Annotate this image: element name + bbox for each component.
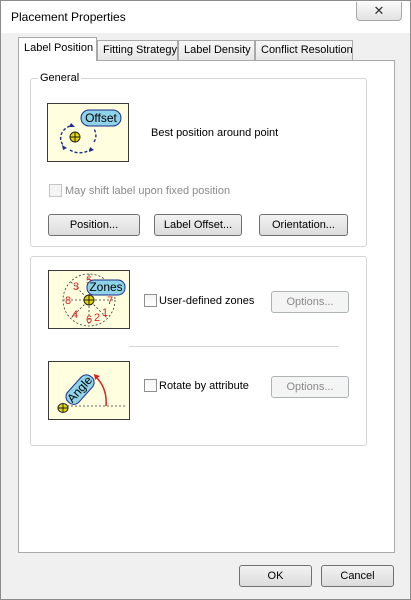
group-divider [129,346,339,347]
zone-number: 6 [86,314,92,326]
zones-illustration-text: Zones [89,280,122,294]
zone-number: 8 [65,295,71,307]
tab-label-position[interactable]: Label Position [18,37,97,61]
tab-label: Label Position [24,42,94,54]
zone-number: 1 [102,307,108,319]
zones-diagram-icon: 3 5 7 8 1 4 6 2 Zones [62,273,126,327]
angle-illustration: Angle [48,361,130,420]
general-group: General Offset Best position around poin… [30,72,367,247]
close-icon: ✕ [373,3,385,18]
zone-number: 7 [107,295,113,307]
tab-label-density[interactable]: Label Density [178,40,255,60]
tab-label: Conflict Resolution [261,44,353,56]
user-defined-zones-checkbox[interactable] [144,294,157,307]
offset-illustration-text: Offset [85,111,117,125]
ok-button[interactable]: OK [239,565,312,587]
zone-number: 4 [72,309,78,321]
title-bar: Placement Properties ✕ [1,1,410,33]
offset-illustration: Offset [47,103,129,162]
offset-diagram-icon: Offset [59,109,122,154]
user-defined-zones-label: User-defined zones [159,295,255,307]
zones-options-button[interactable]: Options... [271,291,349,313]
zone-number: 2 [94,312,100,324]
window-title: Placement Properties [11,10,126,24]
tab-label: Fitting Strategy [103,44,177,56]
may-shift-checkbox[interactable] [49,184,62,197]
tab-fitting-strategy[interactable]: Fitting Strategy [97,40,178,60]
tab-label: Label Density [184,44,251,56]
label-offset-button[interactable]: Label Offset... [154,214,242,236]
rotate-options-button[interactable]: Options... [271,376,349,398]
orientation-button[interactable]: Orientation... [259,214,348,236]
placement-description: Best position around point [151,127,279,139]
cancel-button[interactable]: Cancel [321,565,394,587]
may-shift-label: May shift label upon fixed position [65,185,231,197]
rotate-by-attribute-label: Rotate by attribute [159,380,249,392]
tab-conflict-resolution[interactable]: Conflict Resolution [255,40,353,60]
position-button[interactable]: Position... [48,214,140,236]
zones-illustration: 3 5 7 8 1 4 6 2 Zones [48,270,130,329]
zones-rotate-group: 3 5 7 8 1 4 6 2 Zones User-defined zones… [30,256,367,446]
general-group-label: General [38,72,82,84]
close-button[interactable]: ✕ [356,2,402,21]
zone-number: 3 [73,281,79,293]
angle-diagram-icon: Angle [57,373,127,413]
rotate-by-attribute-checkbox[interactable] [144,379,157,392]
tab-panel-label-position: General Offset Best position around poin… [18,60,395,553]
placement-properties-dialog: Placement Properties ✕ Label Position Fi… [0,0,411,600]
